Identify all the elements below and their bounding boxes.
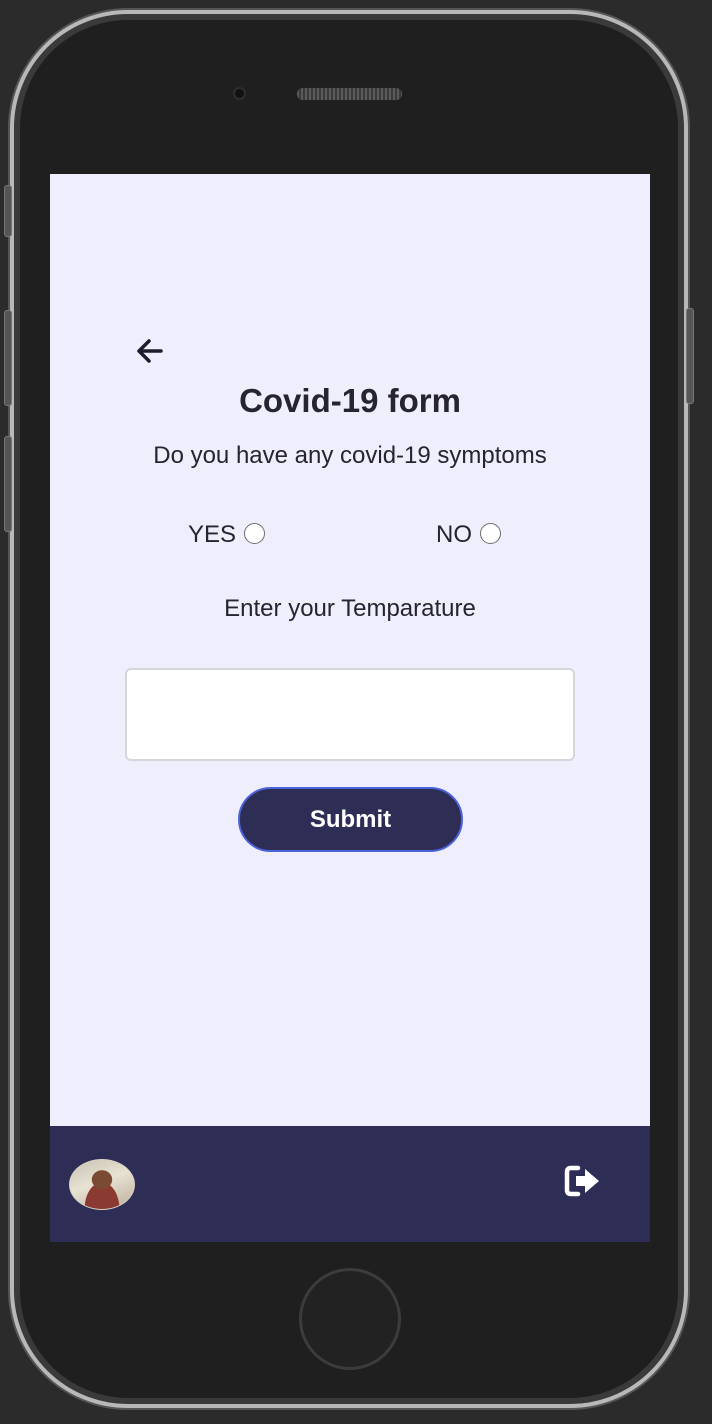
page-title: Covid-19 form xyxy=(239,382,461,419)
front-camera xyxy=(233,87,246,100)
submit-button[interactable]: Submit xyxy=(238,787,463,852)
user-avatar[interactable] xyxy=(69,1159,135,1210)
radio-option-yes[interactable]: YES xyxy=(188,518,266,552)
radio-no-label: NO xyxy=(436,521,472,548)
phone-volume-up-button xyxy=(4,310,12,406)
phone-volume-down-button xyxy=(4,436,12,532)
symptoms-question: Do you have any covid-19 symptoms xyxy=(153,442,547,469)
phone-power-button xyxy=(686,308,694,404)
temperature-label: Enter your Temparature xyxy=(224,595,476,622)
earpiece-speaker xyxy=(296,87,403,101)
radio-option-no[interactable]: NO xyxy=(436,518,501,552)
radio-no-button[interactable] xyxy=(480,522,501,544)
logout-icon[interactable] xyxy=(564,1164,602,1198)
bottom-nav-bar xyxy=(50,1126,650,1242)
app-screen: Covid-19 form Do you have any covid-19 s… xyxy=(50,174,650,1242)
temperature-input[interactable] xyxy=(125,668,575,761)
home-button[interactable] xyxy=(299,1268,401,1370)
radio-yes-button[interactable] xyxy=(244,522,266,544)
phone-side-button-mute xyxy=(4,185,12,237)
back-arrow-icon[interactable] xyxy=(136,338,164,364)
radio-yes-label: YES xyxy=(188,521,237,548)
